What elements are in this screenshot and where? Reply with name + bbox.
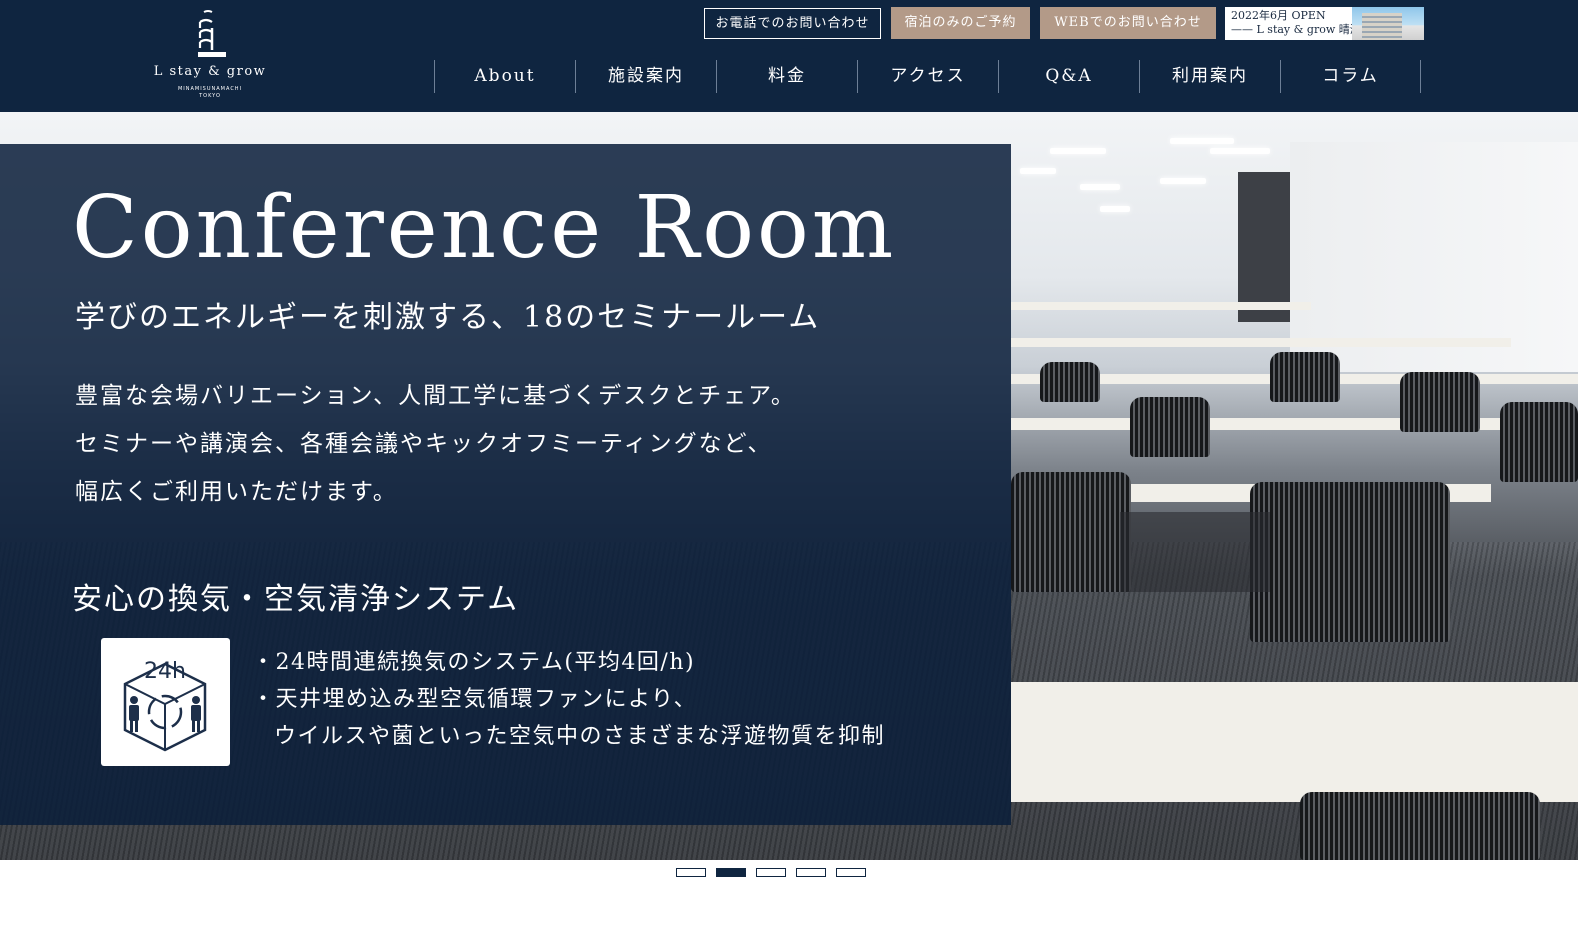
hero-text-panel: Conference Room 学びのエネルギーを刺激する、18のセミナールーム… xyxy=(0,144,1011,825)
logo-mark-icon xyxy=(198,10,226,57)
open-banner-line2: —— L stay & grow 晴海 xyxy=(1231,23,1361,36)
building-image xyxy=(1352,7,1424,40)
open-banner-line1: 2022年6月 OPEN xyxy=(1231,9,1326,22)
logo-location-line1: MINAMISUNAMACHI xyxy=(177,86,243,92)
ventilation-heading: 安心の換気・空気清浄システム xyxy=(72,582,520,617)
hero-subtitle: 学びのエネルギーを刺激する、18のセミナールーム xyxy=(75,300,821,335)
ventilation-feature-list: ・24時間連続換気のシステム(平均4回/h) ・天井埋め込み型空気循環ファンによ… xyxy=(252,644,885,755)
nav-item-column[interactable]: コラム xyxy=(1280,60,1421,93)
phone-inquiry-button[interactable]: お電話でのお問い合わせ xyxy=(704,8,881,39)
nav-item-pricing[interactable]: 料金 xyxy=(716,60,857,93)
hero-description-line: 幅広くご利用いただけます。 xyxy=(75,479,398,505)
logo-location: MINAMISUNAMACHI TOKYO xyxy=(150,86,270,100)
nav-item-guide[interactable]: 利用案内 xyxy=(1139,60,1280,93)
logo-location-line2: TOKYO xyxy=(199,93,221,99)
nav-item-about[interactable]: About xyxy=(434,60,575,93)
hero-description-line: 豊富な会場バリエーション、人間工学に基づくデスクとチェア。 xyxy=(75,383,796,409)
open-banner-text: 2022年6月 OPEN —— L stay & grow 晴海 xyxy=(1231,9,1361,37)
web-inquiry-button[interactable]: WEBでのお問い合わせ xyxy=(1040,7,1216,39)
ventilation-feature-item: ・天井埋め込み型空気循環ファンにより、 xyxy=(252,687,698,712)
logo-name: L stay & grow xyxy=(153,64,267,79)
hero-slider: Conference Room 学びのエネルギーを刺激する、18のセミナールーム… xyxy=(0,112,1578,860)
nav-item-facilities[interactable]: 施設案内 xyxy=(575,60,716,93)
slider-dot-3[interactable] xyxy=(756,868,786,877)
site-header: L stay & grow MINAMISUNAMACHI TOKYO お電話で… xyxy=(0,0,1578,112)
slider-dot-1[interactable] xyxy=(676,868,706,877)
nav-item-access[interactable]: アクセス xyxy=(857,60,998,93)
ventilation-24h-icon: 24h xyxy=(101,638,230,766)
slider-dot-2[interactable] xyxy=(716,868,746,877)
hero-title: Conference Room xyxy=(72,178,897,278)
nav-item-qa[interactable]: Q&A xyxy=(998,60,1139,93)
ventilation-feature-item: ・24時間連続換気のシステム(平均4回/h) xyxy=(252,650,696,675)
ventilation-cube-icon: 24h xyxy=(123,659,207,752)
stay-booking-button[interactable]: 宿泊のみのご予約 xyxy=(891,7,1030,39)
hero-description: 豊富な会場バリエーション、人間工学に基づくデスクとチェア。 セミナーや講演会、各… xyxy=(75,372,796,516)
slider-dot-5[interactable] xyxy=(836,868,866,877)
site-logo[interactable]: L stay & grow MINAMISUNAMACHI TOKYO xyxy=(150,8,270,104)
slider-dot-4[interactable] xyxy=(796,868,826,877)
hero-description-line: セミナーや講演会、各種会議やキックオフミーティングなど、 xyxy=(75,431,773,457)
harumi-open-banner[interactable]: 2022年6月 OPEN —— L stay & grow 晴海 xyxy=(1225,7,1424,40)
ventilation-feature-item: ウイルスや菌といった空気中のさまざまな浮遊物質を抑制 xyxy=(274,724,886,749)
